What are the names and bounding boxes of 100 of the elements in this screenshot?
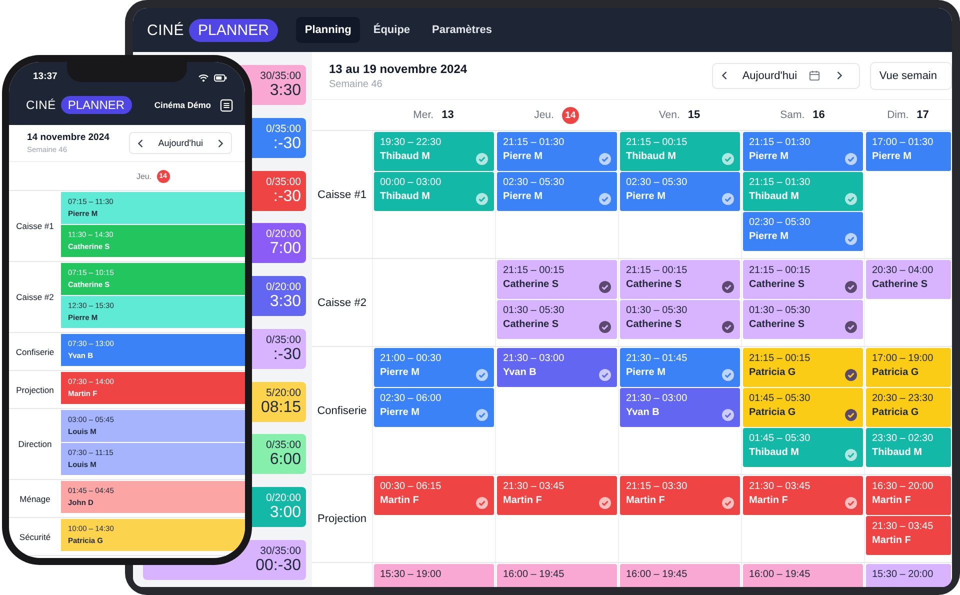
- shift-block[interactable]: 21:00 – 00:30 Pierre M: [374, 348, 494, 387]
- logo-text: CINÉ: [26, 98, 56, 112]
- shift-block[interactable]: 21:30 – 01:45 Pierre M: [620, 348, 740, 387]
- shift-time: 01:30 – 05:30: [503, 305, 566, 316]
- shift-name: Catherine S: [872, 279, 929, 290]
- shift-block[interactable]: 16:00 – 19:45: [743, 564, 863, 587]
- chevron-left-icon[interactable]: [137, 138, 144, 148]
- logo-badge: PLANNER: [189, 18, 278, 42]
- shift-time: 21:15 – 00:15: [626, 265, 688, 276]
- shift-block[interactable]: 16:00 – 19:45: [497, 564, 617, 587]
- view-button[interactable]: Vue semain: [870, 62, 952, 90]
- shift-block[interactable]: 20:30 – 23:30 Patricia G: [866, 388, 951, 427]
- shift-block[interactable]: 01:30 – 05:30 Catherine S: [743, 300, 863, 339]
- shift-time: 02:30 – 05:30: [503, 177, 566, 188]
- shift-name: Pierre M: [626, 191, 666, 202]
- shift-time: 00:30 – 06:15: [380, 481, 442, 492]
- today-button[interactable]: Aujourd'hui: [158, 138, 203, 148]
- shift-block[interactable]: 21:30 – 03:45 Martin F: [743, 476, 863, 515]
- shift-block[interactable]: 21:30 – 03:00 Yvan B: [497, 348, 617, 387]
- shift-block[interactable]: 02:30 – 05:30 Pierre M: [497, 172, 617, 211]
- balance-text: 6:00: [270, 451, 301, 470]
- shift-name: Thibaud M: [872, 447, 923, 458]
- shift-block[interactable]: 21:30 – 03:00 Yvan B: [620, 388, 740, 427]
- shift-block[interactable]: 00:30 – 06:15 Martin F: [374, 476, 494, 515]
- row-label: Caisse #2: [318, 296, 366, 308]
- shift-time: 01:30 – 05:30: [626, 305, 688, 316]
- balance-text: 00:-30: [256, 556, 301, 575]
- shift-time: 21:15 – 00:15: [749, 353, 812, 364]
- wifi-icon: [198, 74, 209, 82]
- shift-time: 15:30 – 19:00: [380, 569, 442, 580]
- shift-name: Patricia G: [872, 407, 920, 418]
- shift-block[interactable]: 21:15 – 00:15 Catherine S: [620, 260, 740, 299]
- shift-block[interactable]: 17:00 – 01:30 Pierre M: [866, 132, 951, 171]
- hours-text: 0/35:00: [266, 176, 301, 188]
- shift-name: Pierre M: [380, 407, 420, 418]
- shift-block[interactable]: 21:15 – 00:15 Catherine S: [743, 260, 863, 299]
- shift-block[interactable]: 21:30 – 03:45 Martin F: [866, 516, 951, 555]
- calendar-icon[interactable]: [809, 70, 820, 81]
- nav-tab[interactable]: Équipe: [364, 17, 420, 43]
- row-label: Projection: [16, 384, 54, 394]
- shift-block[interactable]: 02:30 – 05:30 Pierre M: [620, 172, 740, 211]
- day-name: Sam.: [780, 109, 805, 121]
- shift-name: Martin F: [503, 495, 543, 506]
- shift-time: 21:15 – 00:15: [749, 265, 812, 276]
- cinema-name: Cinéma Démo: [154, 100, 211, 110]
- shift-time: 21:15 – 00:15: [626, 137, 688, 148]
- shift-time: 21:30 – 03:00: [626, 393, 688, 404]
- shift-time: 01:30 – 05:30: [749, 305, 812, 316]
- shift-time: 16:00 – 19:45: [749, 569, 812, 580]
- shift-name: Catherine S: [749, 279, 806, 290]
- balance-text: :-30: [273, 134, 301, 153]
- balance-text: :-30: [273, 346, 301, 364]
- shift-block[interactable]: 01:45 – 05:30 Patricia G: [743, 388, 863, 427]
- menu-icon[interactable]: [220, 98, 233, 112]
- battery-icon: [214, 74, 227, 82]
- shift-name: Patricia G: [749, 407, 797, 418]
- chevron-left-icon[interactable]: [721, 71, 728, 80]
- row-label: Caisse #1: [318, 188, 366, 200]
- day-name: Jeu.: [534, 109, 554, 121]
- shift-block[interactable]: 16:00 – 19:45: [620, 564, 740, 587]
- shift-block[interactable]: 21:15 – 00:15 Catherine S: [497, 260, 617, 299]
- shift-name: Patricia G: [749, 367, 797, 378]
- today-button[interactable]: Aujourd'hui: [742, 70, 798, 82]
- row-label: Ménage: [20, 494, 50, 504]
- shift-block[interactable]: 21:15 – 01:30 Pierre M: [497, 132, 617, 171]
- shift-block[interactable]: 21:15 – 00:15 Patricia G: [743, 348, 863, 387]
- shift-block[interactable]: 21:15 – 03:30 Martin F: [620, 476, 740, 515]
- hours-text: 0/35:00: [266, 334, 301, 346]
- hours-text: 30/35:00: [260, 544, 301, 557]
- hours-text: 0/20:00: [266, 492, 301, 504]
- shift-time: 00:00 – 03:00: [380, 177, 442, 188]
- shift-name: Yvan B: [503, 367, 538, 378]
- shift-block[interactable]: 01:30 – 05:30 Catherine S: [497, 300, 617, 339]
- balance-text: 08:15: [260, 398, 301, 416]
- nav-tab[interactable]: Planning: [296, 17, 360, 43]
- shift-block[interactable]: 15:30 – 19:00: [374, 564, 494, 587]
- shift-block[interactable]: 01:30 – 05:30 Catherine S: [620, 300, 740, 339]
- hours-text: 0/35:00: [266, 439, 301, 452]
- shift-name: Pierre M: [503, 191, 544, 202]
- shift-time: 21:15 – 03:30: [626, 481, 688, 492]
- shift-time: 02:30 – 06:00: [380, 393, 442, 404]
- shift-block[interactable]: 17:00 – 19:00 Patricia G: [866, 348, 951, 387]
- shift-block[interactable]: 21:15 – 01:30 Pierre M: [743, 132, 863, 171]
- nav-tab[interactable]: Paramètres: [423, 17, 501, 43]
- day-name: Dim.: [887, 109, 909, 121]
- shift-name: Pierre M: [749, 231, 790, 242]
- shift-name: Catherine S: [503, 279, 560, 290]
- chevron-right-icon[interactable]: [217, 138, 224, 148]
- shift-name: Catherine S: [626, 319, 683, 330]
- shift-block[interactable]: 21:30 – 03:45 Martin F: [497, 476, 617, 515]
- shift-block[interactable]: 02:30 – 06:00 Pierre M: [374, 388, 494, 427]
- shift-block[interactable]: 15:30 – 20:00: [866, 564, 951, 587]
- shift-time: 20:30 – 23:30: [872, 393, 934, 404]
- shift-time: 21:30 – 03:45: [872, 521, 934, 532]
- shift-block[interactable]: 16:30 – 20:00 Martin F: [866, 476, 951, 515]
- shift-time: 17:00 – 01:30: [872, 137, 934, 148]
- row-label: Direction: [18, 439, 52, 449]
- chevron-right-icon[interactable]: [836, 71, 844, 80]
- shift-block[interactable]: 20:30 – 04:00 Catherine S: [866, 260, 951, 299]
- shift-block[interactable]: 02:30 – 05:30 Pierre M: [743, 212, 863, 251]
